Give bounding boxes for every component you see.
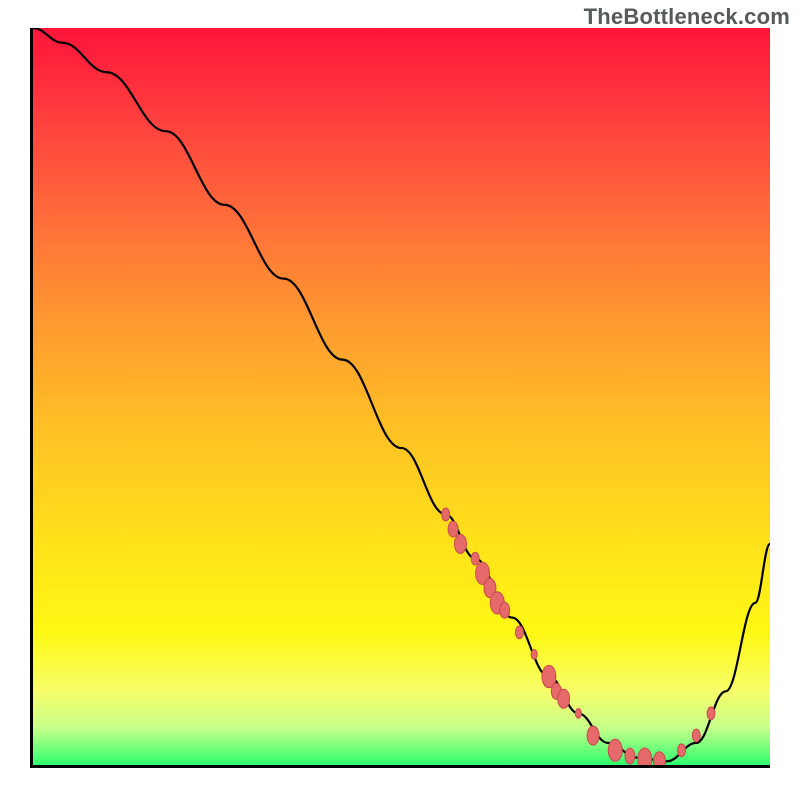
- data-marker: [625, 748, 635, 764]
- data-marker: [575, 709, 581, 719]
- data-marker: [500, 602, 510, 618]
- data-marker: [454, 534, 466, 553]
- data-marker: [692, 729, 700, 742]
- plot-svg: [33, 28, 770, 765]
- data-marker: [448, 521, 458, 537]
- data-marker: [531, 650, 537, 660]
- plot-area: [30, 28, 770, 768]
- markers-group: [442, 508, 715, 765]
- watermark-text: TheBottleneck.com: [584, 4, 790, 30]
- data-marker: [515, 626, 523, 639]
- data-marker: [653, 752, 665, 765]
- data-marker: [678, 744, 686, 757]
- bottleneck-curve: [33, 28, 770, 761]
- data-marker: [587, 726, 599, 745]
- data-marker: [608, 739, 622, 761]
- data-marker: [442, 508, 450, 521]
- data-marker: [638, 748, 652, 765]
- data-marker: [707, 707, 715, 720]
- data-marker: [471, 552, 479, 565]
- chart-container: TheBottleneck.com: [0, 0, 800, 800]
- data-marker: [558, 689, 570, 708]
